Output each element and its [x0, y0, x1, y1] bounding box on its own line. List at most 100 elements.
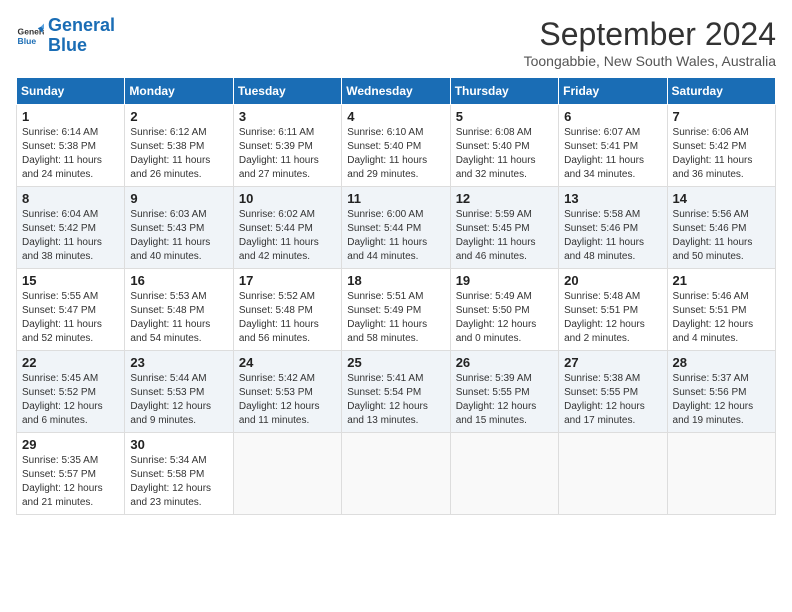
day-info: Sunrise: 6:04 AM Sunset: 5:42 PM Dayligh…	[22, 208, 119, 264]
day-number: 22	[22, 355, 119, 370]
calendar-cell: 16 Sunrise: 5:53 AM Sunset: 5:48 PM Dayli…	[125, 269, 233, 351]
location: Toongabbie, New South Wales, Australia	[524, 53, 776, 69]
day-info: Sunrise: 5:46 AM Sunset: 5:51 PM Dayligh…	[673, 290, 770, 346]
day-number: 12	[456, 191, 553, 206]
day-number: 16	[130, 273, 227, 288]
day-number: 26	[456, 355, 553, 370]
weekday-header-friday: Friday	[559, 78, 667, 105]
day-info: Sunrise: 5:44 AM Sunset: 5:53 PM Dayligh…	[130, 372, 227, 428]
day-number: 17	[239, 273, 336, 288]
day-number: 30	[130, 437, 227, 452]
week-row-4: 22 Sunrise: 5:45 AM Sunset: 5:52 PM Dayli…	[17, 351, 776, 433]
weekday-header-thursday: Thursday	[450, 78, 558, 105]
day-info: Sunrise: 5:45 AM Sunset: 5:52 PM Dayligh…	[22, 372, 119, 428]
calendar-cell: 11 Sunrise: 6:00 AM Sunset: 5:44 PM Dayli…	[342, 187, 450, 269]
calendar-cell: 22 Sunrise: 5:45 AM Sunset: 5:52 PM Dayli…	[17, 351, 125, 433]
day-info: Sunrise: 6:02 AM Sunset: 5:44 PM Dayligh…	[239, 208, 336, 264]
day-number: 28	[673, 355, 770, 370]
calendar-table: SundayMondayTuesdayWednesdayThursdayFrid…	[16, 77, 776, 515]
calendar-cell: 20Sunrise: 5:48 AM Sunset: 5:51 PM Dayli…	[559, 269, 667, 351]
day-number: 19	[456, 273, 553, 288]
day-number: 1	[22, 109, 119, 124]
calendar-cell: 25 Sunrise: 5:41 AM Sunset: 5:54 PM Dayli…	[342, 351, 450, 433]
logo-icon: General Blue	[16, 22, 44, 50]
calendar-cell: 13Sunrise: 5:58 AM Sunset: 5:46 PM Dayli…	[559, 187, 667, 269]
day-number: 3	[239, 109, 336, 124]
day-info: Sunrise: 5:56 AM Sunset: 5:46 PM Dayligh…	[673, 208, 770, 264]
calendar-cell: 23Sunrise: 5:44 AM Sunset: 5:53 PM Dayli…	[125, 351, 233, 433]
weekday-header-sunday: Sunday	[17, 78, 125, 105]
day-info: Sunrise: 6:08 AM Sunset: 5:40 PM Dayligh…	[456, 126, 553, 182]
day-info: Sunrise: 5:59 AM Sunset: 5:45 PM Dayligh…	[456, 208, 553, 264]
day-info: Sunrise: 5:52 AM Sunset: 5:48 PM Dayligh…	[239, 290, 336, 346]
logo-general: General	[48, 15, 115, 35]
day-info: Sunrise: 5:58 AM Sunset: 5:46 PM Dayligh…	[564, 208, 661, 264]
day-info: Sunrise: 6:00 AM Sunset: 5:44 PM Dayligh…	[347, 208, 444, 264]
day-info: Sunrise: 5:49 AM Sunset: 5:50 PM Dayligh…	[456, 290, 553, 346]
calendar-cell: 19 Sunrise: 5:49 AM Sunset: 5:50 PM Dayli…	[450, 269, 558, 351]
calendar-cell: 2Sunrise: 6:12 AM Sunset: 5:38 PM Daylig…	[125, 105, 233, 187]
calendar-cell: 8 Sunrise: 6:04 AM Sunset: 5:42 PM Daylig…	[17, 187, 125, 269]
logo-text: General Blue	[48, 16, 115, 56]
day-number: 9	[130, 191, 227, 206]
calendar-cell: 6 Sunrise: 6:07 AM Sunset: 5:41 PM Daylig…	[559, 105, 667, 187]
weekday-header-wednesday: Wednesday	[342, 78, 450, 105]
day-info: Sunrise: 5:55 AM Sunset: 5:47 PM Dayligh…	[22, 290, 119, 346]
day-number: 27	[564, 355, 661, 370]
day-info: Sunrise: 6:11 AM Sunset: 5:39 PM Dayligh…	[239, 126, 336, 182]
calendar-cell	[667, 433, 775, 515]
calendar-cell	[233, 433, 341, 515]
day-number: 21	[673, 273, 770, 288]
weekday-header-tuesday: Tuesday	[233, 78, 341, 105]
calendar-cell: 10 Sunrise: 6:02 AM Sunset: 5:44 PM Dayli…	[233, 187, 341, 269]
day-info: Sunrise: 6:10 AM Sunset: 5:40 PM Dayligh…	[347, 126, 444, 182]
day-info: Sunrise: 6:07 AM Sunset: 5:41 PM Dayligh…	[564, 126, 661, 182]
calendar-cell: 24 Sunrise: 5:42 AM Sunset: 5:53 PM Dayli…	[233, 351, 341, 433]
calendar-cell	[342, 433, 450, 515]
calendar-cell: 27 Sunrise: 5:38 AM Sunset: 5:55 PM Dayli…	[559, 351, 667, 433]
calendar-cell	[450, 433, 558, 515]
day-info: Sunrise: 5:51 AM Sunset: 5:49 PM Dayligh…	[347, 290, 444, 346]
logo-blue: Blue	[48, 35, 87, 55]
day-number: 8	[22, 191, 119, 206]
day-info: Sunrise: 5:39 AM Sunset: 5:55 PM Dayligh…	[456, 372, 553, 428]
calendar-cell	[559, 433, 667, 515]
week-row-2: 8 Sunrise: 6:04 AM Sunset: 5:42 PM Daylig…	[17, 187, 776, 269]
calendar-cell: 28 Sunrise: 5:37 AM Sunset: 5:56 PM Dayli…	[667, 351, 775, 433]
day-info: Sunrise: 6:06 AM Sunset: 5:42 PM Dayligh…	[673, 126, 770, 182]
day-number: 18	[347, 273, 444, 288]
calendar-cell: 30 Sunrise: 5:34 AM Sunset: 5:58 PM Dayli…	[125, 433, 233, 515]
calendar-cell: 12 Sunrise: 5:59 AM Sunset: 5:45 PM Dayli…	[450, 187, 558, 269]
week-row-5: 29 Sunrise: 5:35 AM Sunset: 5:57 PM Dayli…	[17, 433, 776, 515]
day-info: Sunrise: 5:48 AM Sunset: 5:51 PM Dayligh…	[564, 290, 661, 346]
calendar-cell: 18 Sunrise: 5:51 AM Sunset: 5:49 PM Dayli…	[342, 269, 450, 351]
calendar-cell: 4 Sunrise: 6:10 AM Sunset: 5:40 PM Daylig…	[342, 105, 450, 187]
day-number: 6	[564, 109, 661, 124]
calendar-cell: 1 Sunrise: 6:14 AM Sunset: 5:38 PM Daylig…	[17, 105, 125, 187]
calendar-cell: 5Sunrise: 6:08 AM Sunset: 5:40 PM Daylig…	[450, 105, 558, 187]
day-info: Sunrise: 5:38 AM Sunset: 5:55 PM Dayligh…	[564, 372, 661, 428]
day-number: 4	[347, 109, 444, 124]
page-header: General Blue General Blue September 2024…	[16, 16, 776, 69]
day-number: 29	[22, 437, 119, 452]
day-info: Sunrise: 6:14 AM Sunset: 5:38 PM Dayligh…	[22, 126, 119, 182]
weekday-header-saturday: Saturday	[667, 78, 775, 105]
day-number: 10	[239, 191, 336, 206]
day-info: Sunrise: 5:42 AM Sunset: 5:53 PM Dayligh…	[239, 372, 336, 428]
month-title: September 2024	[524, 16, 776, 53]
day-info: Sunrise: 5:37 AM Sunset: 5:56 PM Dayligh…	[673, 372, 770, 428]
title-area: September 2024 Toongabbie, New South Wal…	[524, 16, 776, 69]
day-info: Sunrise: 5:41 AM Sunset: 5:54 PM Dayligh…	[347, 372, 444, 428]
weekday-header-row: SundayMondayTuesdayWednesdayThursdayFrid…	[17, 78, 776, 105]
day-info: Sunrise: 5:34 AM Sunset: 5:58 PM Dayligh…	[130, 454, 227, 510]
weekday-header-monday: Monday	[125, 78, 233, 105]
day-info: Sunrise: 5:53 AM Sunset: 5:48 PM Dayligh…	[130, 290, 227, 346]
calendar-cell: 21 Sunrise: 5:46 AM Sunset: 5:51 PM Dayli…	[667, 269, 775, 351]
day-info: Sunrise: 6:03 AM Sunset: 5:43 PM Dayligh…	[130, 208, 227, 264]
day-number: 24	[239, 355, 336, 370]
day-info: Sunrise: 6:12 AM Sunset: 5:38 PM Dayligh…	[130, 126, 227, 182]
day-number: 25	[347, 355, 444, 370]
day-number: 11	[347, 191, 444, 206]
day-number: 14	[673, 191, 770, 206]
day-info: Sunrise: 5:35 AM Sunset: 5:57 PM Dayligh…	[22, 454, 119, 510]
